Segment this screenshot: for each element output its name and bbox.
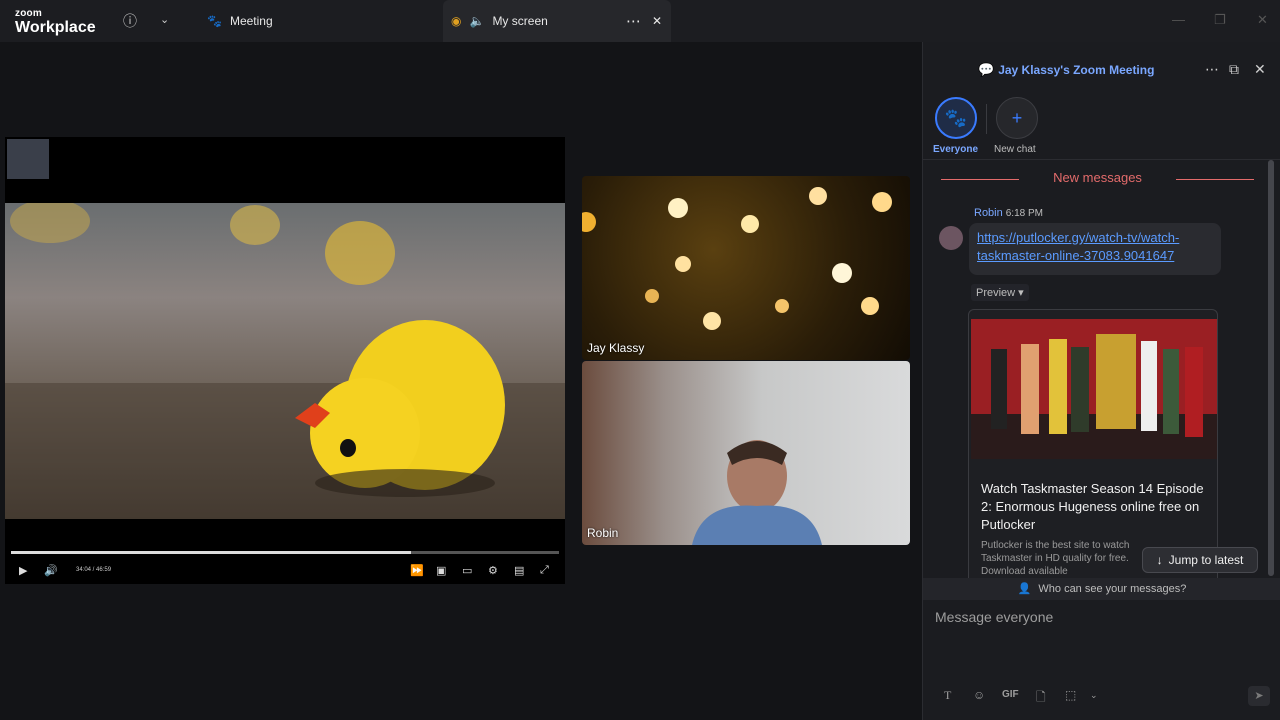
everyone-label: Everyone <box>933 144 979 155</box>
chat-tabs: 🐾 + Everyone New chat <box>923 94 1280 160</box>
chevron-down-icon[interactable]: ⌄ <box>160 13 169 26</box>
miniplayer-icon[interactable]: ▣ <box>436 564 446 577</box>
tab-meeting-label: Meeting <box>229 14 273 28</box>
preview-toggle[interactable]: Preview ▾ <box>971 284 1029 301</box>
title-bar: zoom Workplace ⓘ ⌄ 🐾 Meeting ◉ 🔈 My scre… <box>0 0 1280 42</box>
people-icon: 👤 <box>1017 583 1032 595</box>
fullscreen-icon[interactable]: ⤢ <box>540 564 549 577</box>
settings-icon[interactable]: ⚙ <box>488 564 498 577</box>
new-messages-divider: New messages <box>941 170 1254 185</box>
file-icon[interactable]: 🗋 <box>1036 688 1046 709</box>
paw-icon: 🐾 <box>207 14 222 28</box>
speaker-icon: 🔈 <box>469 14 485 28</box>
close-window-icon[interactable]: ✕ <box>1257 12 1268 28</box>
plus-icon: + <box>1011 107 1023 128</box>
volume-icon[interactable]: 🔊 <box>44 564 58 577</box>
zoom-logo: zoom Workplace <box>15 9 96 36</box>
link-preview-card[interactable]: Watch Taskmaster Season 14 Episode 2: En… <box>968 309 1218 578</box>
format-text-icon[interactable]: T <box>944 688 951 703</box>
video-time: 34:04 / 46:59 <box>76 567 112 573</box>
skip-forward-icon[interactable]: ⏩ <box>410 564 424 577</box>
chat-scrollbar[interactable] <box>1268 160 1274 576</box>
message-link-line1[interactable]: https://putlocker.gy/watch-tv/watch- <box>977 230 1179 245</box>
paw-icon: 🐾 <box>944 107 968 128</box>
duck-image <box>5 203 565 519</box>
who-label: Who can see your messages? <box>1038 583 1187 595</box>
captions-icon[interactable]: ▭ <box>462 564 472 577</box>
video-frame[interactable] <box>5 203 565 519</box>
who-can-see-banner[interactable]: 👤 Who can see your messages? <box>923 578 1280 600</box>
chat-panel: 💬 Jay Klassy's Zoom Meeting ⋯ ⧉ ✕ 🐾 + Ev… <box>922 42 1280 720</box>
jump-to-latest-button[interactable]: ↓ Jump to latest <box>1142 547 1258 573</box>
logo-bottom: Workplace <box>15 19 96 36</box>
close-chat-icon[interactable]: ✕ <box>1254 61 1266 78</box>
tab-my-screen[interactable]: ◉ 🔈 My screen ⋯ ✕ <box>443 0 671 42</box>
logo-top: zoom <box>15 8 42 19</box>
message-link-line2[interactable]: taskmaster-online-37083.9041647 <box>977 248 1174 263</box>
play-icon[interactable]: ▶ <box>19 564 27 577</box>
chat-toolbar: T ☺ GIF 🗋 ⬚ ⌄ ➤ <box>923 684 1280 708</box>
bokeh-background <box>582 187 892 330</box>
message-time: 6:18 PM <box>1005 208 1043 219</box>
participant-tile-jay[interactable]: Jay Klassy <box>582 176 910 360</box>
jump-label: Jump to latest <box>1168 553 1244 567</box>
participant-name: Robin <box>587 526 619 540</box>
send-button[interactable]: ➤ <box>1248 686 1270 706</box>
tab-my-screen-label: My screen <box>492 14 548 28</box>
progress-fill <box>11 551 412 554</box>
scrollbar-thumb[interactable] <box>1268 160 1274 576</box>
maximize-icon[interactable]: ❐ <box>1214 12 1226 28</box>
arrow-down-icon: ↓ <box>1156 553 1163 567</box>
participant-name: Jay Klassy <box>587 341 645 355</box>
share-app-icon: ◉ <box>451 14 462 28</box>
emoji-icon[interactable]: ☺ <box>973 688 985 702</box>
tab-meeting[interactable]: 🐾 Meeting <box>200 0 290 42</box>
chat-header: 💬 Jay Klassy's Zoom Meeting ⋯ ⧉ ✕ <box>923 42 1280 94</box>
chat-title: 💬 Jay Klassy's Zoom Meeting <box>978 62 1154 78</box>
chat-bubbles-icon: 💬 <box>978 62 995 77</box>
robin-video <box>692 440 822 545</box>
chat-title-text: Jay Klassy's Zoom Meeting <box>998 63 1155 77</box>
new-chat-button[interactable]: + <box>996 97 1038 139</box>
participant-tile-robin[interactable]: Robin <box>582 361 910 545</box>
message-bubble: https://putlocker.gy/watch-tv/watch- tas… <box>969 223 1221 275</box>
new-chat-label: New chat <box>994 144 1036 155</box>
minimize-icon[interactable]: — <box>1172 12 1185 27</box>
info-icon[interactable]: ⓘ <box>123 11 137 31</box>
message-sender: Robin 6:18 PM <box>974 207 1043 219</box>
sender-name: Robin <box>974 207 1003 219</box>
preview-description: Putlocker is the best site to watch Task… <box>981 540 1130 577</box>
screenshot-icon[interactable]: ⬚ <box>1065 688 1076 702</box>
preview-title: Watch Taskmaster Season 14 Episode 2: En… <box>981 481 1204 532</box>
preview-image <box>971 319 1217 459</box>
thumbnail <box>7 139 49 179</box>
more-icon[interactable]: ⋯ <box>626 12 641 30</box>
more-options-icon[interactable]: ⋯ <box>1205 61 1219 78</box>
message-input[interactable]: Message everyone <box>935 609 1265 633</box>
close-tab-icon[interactable]: ✕ <box>652 14 662 28</box>
chevron-down-icon[interactable]: ⌄ <box>1090 690 1098 701</box>
pop-out-icon[interactable]: ⧉ <box>1229 61 1239 78</box>
everyone-button[interactable]: 🐾 <box>935 97 977 139</box>
shared-screen: ▶ 🔊 34:04 / 46:59 ⏩ ▣ ▭ ⚙ ▤ ⤢ <box>5 137 565 584</box>
tab-divider <box>986 104 987 134</box>
message-list[interactable]: New messages Robin 6:18 PM https://putloc… <box>923 160 1280 578</box>
video-progress-bar[interactable] <box>11 551 559 554</box>
gif-button[interactable]: GIF <box>1002 689 1019 700</box>
cast-photo <box>971 319 1217 459</box>
avatar <box>939 226 963 250</box>
theater-icon[interactable]: ▤ <box>514 564 524 577</box>
